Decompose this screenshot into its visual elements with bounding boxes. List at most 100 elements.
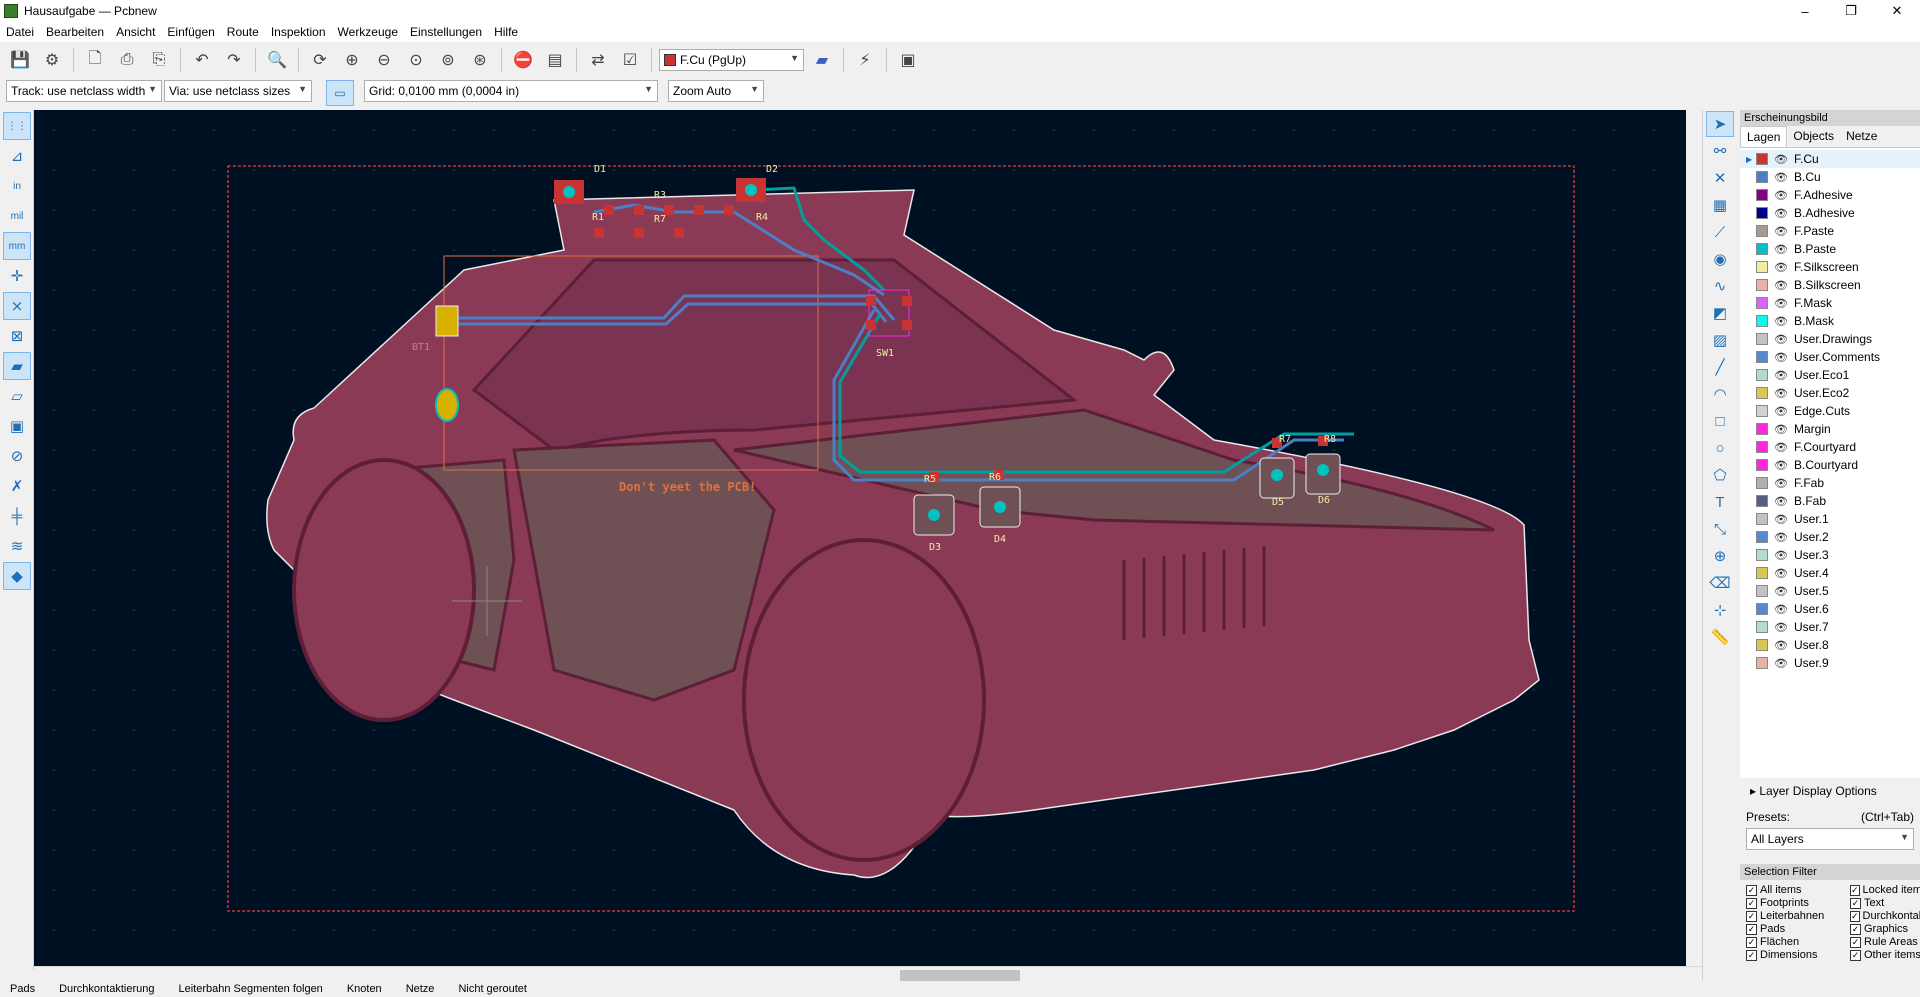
add-keepout-icon[interactable]: ▨ — [1706, 327, 1734, 353]
layer-row[interactable]: 👁 B.Mask — [1740, 312, 1920, 330]
run-drc-icon[interactable]: ☑ — [616, 46, 644, 74]
layer-color-swatch[interactable] — [1756, 171, 1768, 183]
visibility-eye-icon[interactable]: 👁 — [1774, 243, 1788, 256]
layer-color-swatch[interactable] — [1756, 441, 1768, 453]
track-sketch-icon[interactable]: ╪ — [3, 502, 31, 530]
visibility-eye-icon[interactable]: 👁 — [1774, 225, 1788, 238]
visibility-eye-icon[interactable]: 👁 — [1774, 459, 1788, 472]
highlight-net-icon[interactable]: ⚯ — [1706, 138, 1734, 164]
layer-color-swatch[interactable] — [1756, 387, 1768, 399]
filter-checkbox[interactable]: ✓ Text — [1850, 897, 1920, 909]
presets-select[interactable]: All Layers ▼ — [1746, 828, 1914, 850]
layer-color-swatch[interactable] — [1756, 621, 1768, 633]
visibility-eye-icon[interactable]: 👁 — [1774, 603, 1788, 616]
draw-line-icon[interactable]: ╱ — [1706, 354, 1734, 380]
layer-color-swatch[interactable] — [1756, 297, 1768, 309]
measure-icon[interactable]: 📏 — [1706, 624, 1734, 650]
checkbox-checked-icon[interactable]: ✓ — [1746, 884, 1757, 896]
zone-fill-icon[interactable]: ▣ — [3, 412, 31, 440]
units-mm-icon[interactable]: mm — [3, 232, 31, 260]
layer-color-swatch[interactable] — [1756, 513, 1768, 525]
find-icon[interactable]: 🔍 — [263, 46, 291, 74]
visibility-eye-icon[interactable]: 👁 — [1774, 315, 1788, 328]
layer-color-swatch[interactable] — [1756, 459, 1768, 471]
menu-bearbeiten[interactable]: Bearbeiten — [40, 25, 110, 39]
layer-row[interactable]: 👁 User.Drawings — [1740, 330, 1920, 348]
filter-checkbox[interactable]: ✓ Other items — [1850, 949, 1920, 961]
layer-row[interactable]: 👁 Edge.Cuts — [1740, 402, 1920, 420]
visibility-eye-icon[interactable]: 👁 — [1774, 549, 1788, 562]
layer-color-swatch[interactable] — [1756, 207, 1768, 219]
grid-toggle-icon[interactable]: ⋮⋮ — [3, 112, 31, 140]
filter-checkbox[interactable]: ✓ Flächen — [1746, 936, 1850, 948]
units-inch-icon[interactable]: in — [3, 172, 31, 200]
add-footprint-icon[interactable]: ▦ — [1706, 192, 1734, 218]
visibility-eye-icon[interactable]: 👁 — [1774, 297, 1788, 310]
visibility-eye-icon[interactable]: 👁 — [1774, 621, 1788, 634]
checkbox-checked-icon[interactable]: ✓ — [1850, 884, 1860, 896]
menu-hilfe[interactable]: Hilfe — [488, 25, 524, 39]
layer-row[interactable]: 👁 User.3 — [1740, 546, 1920, 564]
layer-color-swatch[interactable] — [1756, 225, 1768, 237]
visibility-eye-icon[interactable]: 👁 — [1774, 441, 1788, 454]
close-button[interactable]: ✕ — [1874, 0, 1920, 22]
layer-color-swatch[interactable] — [1756, 567, 1768, 579]
layer-row[interactable]: 👁 F.Silkscreen — [1740, 258, 1920, 276]
checkbox-checked-icon[interactable]: ✓ — [1850, 936, 1861, 948]
active-layer-select[interactable]: F.Cu (PgUp) ▼ — [659, 49, 804, 71]
layer-color-swatch[interactable] — [1756, 531, 1768, 543]
layer-color-swatch[interactable] — [1756, 369, 1768, 381]
visibility-eye-icon[interactable]: 👁 — [1774, 261, 1788, 274]
refresh-icon[interactable]: ⟳ — [306, 46, 334, 74]
layer-color-swatch[interactable] — [1756, 351, 1768, 363]
grid-select[interactable]: Grid: 0,0100 mm (0,0004 in) ▼ — [364, 80, 658, 102]
tune-length-icon[interactable]: ∿ — [1706, 273, 1734, 299]
layer-row[interactable]: 👁 User.4 — [1740, 564, 1920, 582]
visibility-eye-icon[interactable]: 👁 — [1774, 423, 1788, 436]
layer-color-swatch[interactable] — [1756, 585, 1768, 597]
auto-track-width-icon[interactable]: ▭ — [326, 80, 354, 106]
layer-color-swatch[interactable] — [1756, 333, 1768, 345]
tab-objects[interactable]: Objects — [1787, 126, 1840, 147]
menu-route[interactable]: Route — [221, 25, 265, 39]
units-mil-icon[interactable]: mil — [3, 202, 31, 230]
checkbox-checked-icon[interactable]: ✓ — [1746, 923, 1757, 935]
layer-color-swatch[interactable] — [1756, 657, 1768, 669]
menu-einfuegen[interactable]: Einfügen — [161, 25, 220, 39]
layer-row[interactable]: 👁 User.2 — [1740, 528, 1920, 546]
zone-filled-icon[interactable]: ▰ — [3, 352, 31, 380]
visibility-eye-icon[interactable]: 👁 — [1774, 369, 1788, 382]
checkbox-checked-icon[interactable]: ✓ — [1746, 949, 1757, 961]
zoom-select[interactable]: Zoom Auto ▼ — [668, 80, 764, 102]
horizontal-scrollbar[interactable] — [34, 966, 1702, 983]
ratsnest-icon[interactable]: ⨯ — [3, 292, 31, 320]
visibility-eye-icon[interactable]: 👁 — [1774, 189, 1788, 202]
visibility-eye-icon[interactable]: 👁 — [1774, 351, 1788, 364]
layer-color-swatch[interactable] — [1756, 153, 1768, 165]
cursor-shape-icon[interactable]: ✛ — [3, 262, 31, 290]
pad-sketch-icon[interactable]: ⊘ — [3, 442, 31, 470]
undo-icon[interactable]: ↶ — [188, 46, 216, 74]
filter-checkbox[interactable]: ✓ Graphics — [1850, 923, 1920, 935]
zoom-objects-icon[interactable]: ⊚ — [434, 46, 462, 74]
layer-row[interactable]: 👁 B.Paste — [1740, 240, 1920, 258]
layer-color-swatch[interactable] — [1756, 189, 1768, 201]
layer-row[interactable]: 👁 User.Comments — [1740, 348, 1920, 366]
filter-checkbox[interactable]: ✓ Rule Areas — [1850, 936, 1920, 948]
visibility-eye-icon[interactable]: 👁 — [1774, 207, 1788, 220]
layer-row[interactable]: 👁 User.6 — [1740, 600, 1920, 618]
drc-icon[interactable]: ⛔ — [509, 46, 537, 74]
via-size-select[interactable]: Via: use netclass sizes ▼ — [164, 80, 312, 102]
delete-tool-icon[interactable]: ⌫ — [1706, 570, 1734, 596]
board-setup-icon[interactable]: ⚙ — [38, 46, 66, 74]
filter-checkbox[interactable]: ✓ Leiterbahnen — [1746, 910, 1850, 922]
layer-row[interactable]: 👁 User.Eco1 — [1740, 366, 1920, 384]
layers-manager-icon[interactable]: ◆ — [3, 562, 31, 590]
menu-werkzeuge[interactable]: Werkzeuge — [332, 25, 404, 39]
layer-row[interactable]: 👁 F.Courtyard — [1740, 438, 1920, 456]
layer-row[interactable]: ▶ 👁 F.Cu — [1740, 150, 1920, 168]
add-dimension-icon[interactable]: ⤡ — [1706, 516, 1734, 542]
filter-checkbox[interactable]: ✓ All items — [1746, 884, 1850, 896]
layer-color-swatch[interactable] — [1756, 549, 1768, 561]
python-console-icon[interactable]: ▣ — [894, 46, 922, 74]
